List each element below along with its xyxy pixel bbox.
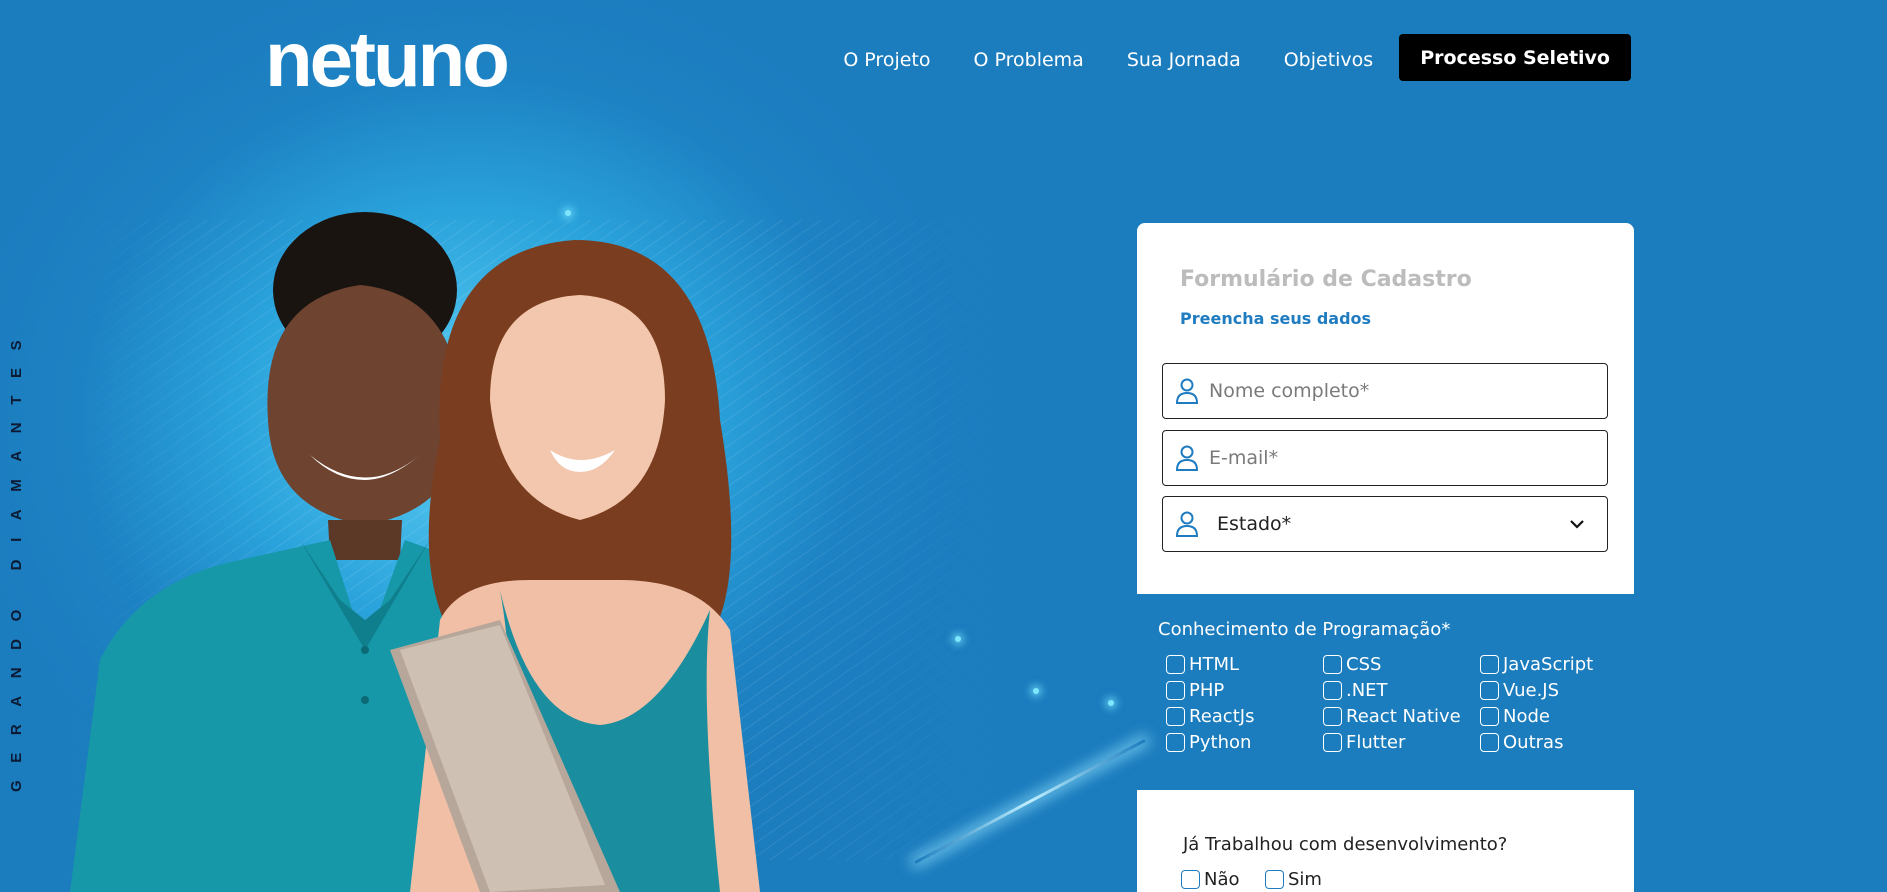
checkbox-box[interactable] [1166, 707, 1185, 726]
processo-seletivo-button[interactable]: Processo Seletivo [1399, 34, 1631, 81]
worked-question: Já Trabalhou com desenvolvimento? [1183, 834, 1508, 855]
checkbox-css[interactable]: CSS [1323, 654, 1381, 675]
radio-sim[interactable]: Sim [1265, 869, 1322, 890]
name-field[interactable] [1162, 363, 1608, 419]
checkbox-box[interactable] [1265, 870, 1284, 889]
checkbox-box[interactable] [1166, 681, 1185, 700]
nav-objetivos[interactable]: Objetivos [1284, 49, 1373, 71]
checkbox-box[interactable] [1181, 870, 1200, 889]
checkbox-box[interactable] [1166, 733, 1185, 752]
nav-o-projeto[interactable]: O Projeto [843, 49, 930, 71]
checkbox-react-native[interactable]: React Native [1323, 706, 1461, 727]
checkbox-box[interactable] [1323, 655, 1342, 674]
form-subtitle: Preencha seus dados [1180, 309, 1372, 328]
checkbox-box[interactable] [1323, 681, 1342, 700]
email-input[interactable] [1209, 447, 1607, 469]
checkbox-box[interactable] [1480, 733, 1499, 752]
checkbox-box[interactable] [1166, 655, 1185, 674]
nav-o-problema[interactable]: O Problema [974, 49, 1084, 71]
checkbox-box[interactable] [1323, 733, 1342, 752]
nav-sua-jornada[interactable]: Sua Jornada [1127, 49, 1241, 71]
checkbox-reactjs[interactable]: ReactJs [1166, 706, 1254, 727]
checkbox-dotnet[interactable]: .NET [1323, 680, 1388, 701]
checkbox-outras[interactable]: Outras [1480, 732, 1563, 753]
checkbox-python[interactable]: Python [1166, 732, 1251, 753]
user-icon [1175, 511, 1199, 537]
checkbox-box[interactable] [1480, 655, 1499, 674]
checkbox-php[interactable]: PHP [1166, 680, 1224, 701]
checkbox-box[interactable] [1480, 707, 1499, 726]
user-icon [1175, 378, 1199, 404]
radio-nao[interactable]: Não [1181, 869, 1240, 890]
checkbox-node[interactable]: Node [1480, 706, 1550, 727]
checkbox-flutter[interactable]: Flutter [1323, 732, 1405, 753]
email-field[interactable] [1162, 430, 1608, 486]
state-select[interactable]: Estado* [1162, 496, 1608, 552]
woman-figure [390, 240, 760, 892]
netuno-logo[interactable]: netuno [265, 26, 555, 90]
user-icon [1175, 445, 1199, 471]
checkbox-html[interactable]: HTML [1166, 654, 1239, 675]
state-select-value: Estado* [1217, 513, 1292, 535]
programming-knowledge-label: Conhecimento de Programação* [1158, 619, 1451, 640]
logo-text: netuno [265, 26, 507, 90]
sparkle [1108, 700, 1114, 706]
checkbox-javascript[interactable]: JavaScript [1480, 654, 1593, 675]
side-vertical-text: GERANDO DIAMANTES [8, 322, 25, 792]
checkbox-box[interactable] [1480, 681, 1499, 700]
registration-form-card: Formulário de Cadastro Preencha seus dad… [1137, 223, 1634, 594]
checkbox-box[interactable] [1323, 707, 1342, 726]
sparkle [955, 636, 961, 642]
form-title: Formulário de Cadastro [1180, 267, 1472, 292]
hero-people-image [70, 212, 760, 892]
sparkle [1033, 688, 1039, 694]
chevron-down-icon [1570, 520, 1584, 529]
main-nav: O Projeto O Problema Sua Jornada Objetiv… [843, 34, 1631, 81]
experience-form-section: Já Trabalhou com desenvolvimento? Não Si… [1137, 790, 1634, 892]
name-input[interactable] [1209, 380, 1607, 402]
checkbox-vuejs[interactable]: Vue.JS [1480, 680, 1559, 701]
